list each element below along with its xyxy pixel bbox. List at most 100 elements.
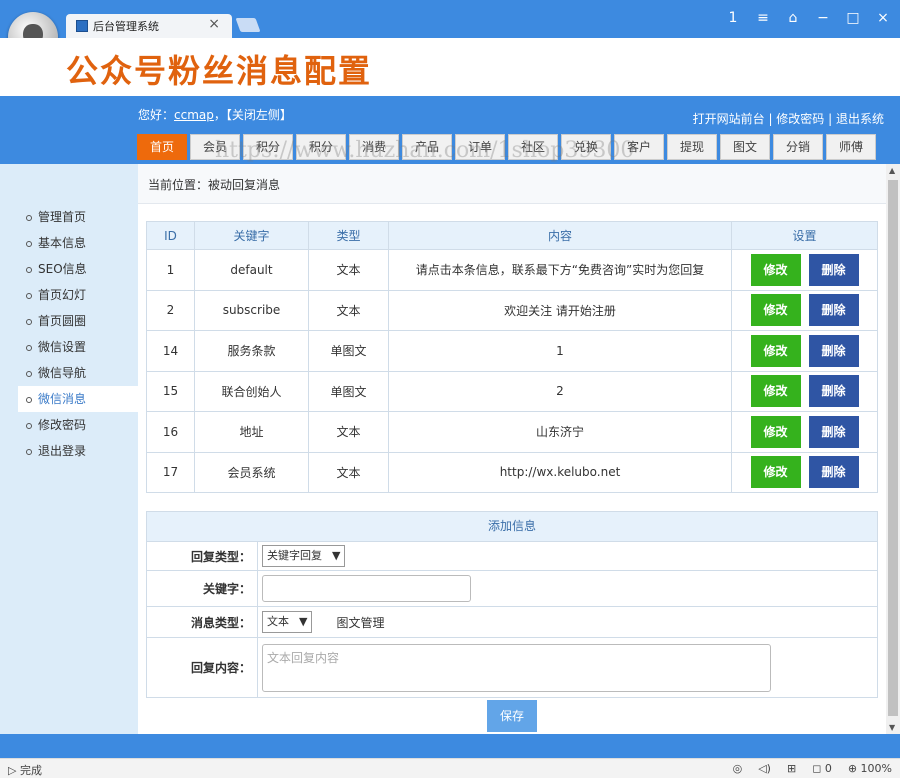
shield-icon[interactable]: ◎ [733, 762, 743, 775]
close-left-link[interactable]: ，【关闭左侧】 [214, 108, 292, 122]
scroll-down-icon[interactable]: ▼ [889, 723, 895, 732]
cell-actions: 修改 删除 [731, 370, 878, 412]
cell-type: 文本 [308, 411, 389, 453]
edit-button[interactable]: 修改 [750, 375, 801, 408]
nav-master[interactable]: 师傅 [826, 134, 876, 160]
cell-keyword: 地址 [194, 411, 309, 453]
edit-button[interactable]: 修改 [750, 253, 801, 286]
edit-button[interactable]: 修改 [750, 294, 801, 327]
sidebar-item-wechat-messages[interactable]: 微信消息 [18, 386, 138, 412]
col-content: 内容 [388, 221, 732, 250]
cell-keyword: default [194, 249, 309, 291]
cell-type: 文本 [308, 451, 389, 493]
open-frontend-link[interactable]: 打开网站前台 [693, 112, 765, 126]
change-password-link[interactable]: 修改密码 [776, 112, 824, 126]
add-info-form: 添加信息 回复类型： 关键字回复 ▼ 关键字： 消息类型： 文本 ▼ 图文管理 回复内… [146, 511, 878, 698]
cell-id: 15 [146, 370, 195, 412]
tab-favicon-icon [76, 20, 88, 32]
menu-icon[interactable]: ≡ [756, 10, 770, 26]
window-controls: 1 ≡ ⌂ − □ × [726, 10, 890, 26]
nav-community[interactable]: 社区 [508, 134, 558, 160]
scroll-up-icon[interactable]: ▲ [889, 166, 895, 175]
sidebar-item-slides[interactable]: 首页幻灯 [18, 282, 138, 308]
nav-member[interactable]: 会员 [190, 134, 240, 160]
close-window-icon[interactable]: × [876, 10, 890, 26]
reply-type-select[interactable]: 关键字回复 ▼ [262, 545, 346, 567]
sidebar-item-basic-info[interactable]: 基本信息 [18, 230, 138, 256]
window-number-icon[interactable]: 1 [726, 10, 740, 26]
delete-button[interactable]: 删除 [808, 415, 859, 448]
link-separator: | [764, 112, 777, 126]
scrollbar-thumb[interactable] [888, 180, 898, 716]
cell-id: 1 [146, 249, 195, 291]
dropdown-arrow-icon: ▼ [332, 549, 341, 562]
download-icon[interactable]: ⊞ [787, 762, 796, 775]
sidebar-menu: 管理首页 基本信息 SEO信息 首页幻灯 首页圆圈 微信设置 微信导航 微信消息… [18, 204, 138, 464]
table-row: 1 default 文本 请点击本条信息，联系最下方“免费咨询”实时为您回复 修… [146, 249, 878, 291]
nav-product[interactable]: 产品 [402, 134, 452, 160]
play-icon[interactable]: ▷ [8, 764, 20, 777]
nav-distribution[interactable]: 分销 [773, 134, 823, 160]
browser-titlebar: 后台管理系统 × 1 ≡ ⌂ − □ × [0, 0, 900, 38]
delete-button[interactable]: 删除 [808, 456, 859, 489]
maximize-icon[interactable]: □ [846, 10, 860, 26]
cell-actions: 修改 删除 [731, 330, 878, 372]
sidebar-item-wechat-settings[interactable]: 微信设置 [18, 334, 138, 360]
sidebar-item-circles[interactable]: 首页圆圈 [18, 308, 138, 334]
nav-consume[interactable]: 消费 [349, 134, 399, 160]
table-row: 16 地址 文本 山东济宁 修改 删除 [146, 411, 878, 453]
greeting-prefix: 您好： [138, 108, 175, 122]
new-tab-button[interactable] [235, 18, 261, 32]
sidebar-item-seo[interactable]: SEO信息 [18, 256, 138, 282]
col-id: ID [146, 221, 195, 250]
sidebar-item-logout[interactable]: 退出登录 [18, 438, 138, 464]
badge-count[interactable]: ◻ 0 [812, 762, 832, 775]
sidebar-item-admin-home[interactable]: 管理首页 [18, 204, 138, 230]
skin-icon[interactable]: ⌂ [786, 10, 800, 26]
edit-button[interactable]: 修改 [750, 456, 801, 489]
table-row: 17 会员系统 文本 http://wx.kelubo.net 修改 删除 [146, 451, 878, 493]
speaker-icon[interactable]: ◁) [758, 762, 771, 775]
cell-id: 16 [146, 411, 195, 453]
cell-actions: 修改 删除 [731, 249, 878, 291]
nav-points[interactable]: 积分 [243, 134, 293, 160]
keyword-input[interactable] [262, 575, 471, 602]
sidebar-item-wechat-nav[interactable]: 微信导航 [18, 360, 138, 386]
cell-keyword: 服务条款 [194, 330, 309, 372]
status-bar: ▷ 完成 ◎ ◁) ⊞ ◻ 0 ⊕ 100% [0, 758, 900, 778]
nav-withdraw[interactable]: 提现 [667, 134, 717, 160]
logout-link[interactable]: 退出系统 [836, 112, 884, 126]
cell-id: 2 [146, 289, 195, 331]
cell-content: 山东济宁 [388, 411, 732, 453]
reply-content-textarea[interactable]: 文本回复内容 [262, 643, 771, 692]
nav-customer[interactable]: 客户 [614, 134, 664, 160]
delete-button[interactable]: 删除 [808, 253, 859, 286]
dropdown-arrow-icon: ▼ [299, 615, 308, 628]
edit-button[interactable]: 修改 [750, 334, 801, 367]
vertical-scrollbar[interactable]: ▲ ▼ [886, 164, 900, 734]
save-button[interactable]: 保存 [487, 700, 537, 732]
minimize-icon[interactable]: − [816, 10, 830, 26]
sidebar-item-change-password[interactable]: 修改密码 [18, 412, 138, 438]
news-manage-link[interactable]: 图文管理 [336, 614, 384, 631]
delete-button[interactable]: 删除 [808, 294, 859, 327]
col-settings: 设置 [731, 221, 878, 250]
delete-button[interactable]: 删除 [808, 375, 859, 408]
edit-button[interactable]: 修改 [750, 415, 801, 448]
cell-content: 1 [388, 330, 732, 372]
zoom-level[interactable]: ⊕ 100% [848, 762, 892, 775]
admin-header: 您好：ccmap，【关闭左侧】 打开网站前台 | 修改密码 | 退出系统 首页 … [0, 96, 900, 164]
browser-tab[interactable]: 后台管理系统 × [66, 14, 232, 38]
nav-points-2[interactable]: 积分 [296, 134, 346, 160]
delete-button[interactable]: 删除 [808, 334, 859, 367]
nav-order[interactable]: 订单 [455, 134, 505, 160]
nav-exchange[interactable]: 兑换 [561, 134, 611, 160]
table-row: 2 subscribe 文本 欢迎关注 请开始注册 修改 删除 [146, 289, 878, 331]
msg-type-select[interactable]: 文本 ▼ [262, 611, 313, 633]
cell-type: 文本 [308, 249, 389, 291]
nav-home[interactable]: 首页 [137, 134, 187, 160]
nav-news[interactable]: 图文 [720, 134, 770, 160]
username-link[interactable]: ccmap [174, 108, 214, 122]
cell-type: 单图文 [308, 370, 389, 412]
tab-close-icon[interactable]: × [208, 16, 220, 32]
